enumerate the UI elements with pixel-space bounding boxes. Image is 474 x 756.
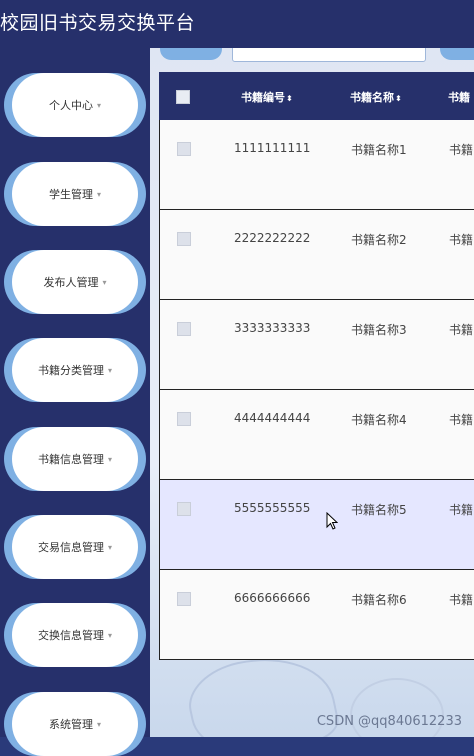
chevron-down-icon: ▾ <box>96 100 101 110</box>
table-header: 书籍编号⬍ 书籍名称⬍ 书籍 <box>159 72 474 120</box>
book-name-cell: 书籍名称2 <box>351 233 407 247</box>
top-bar: 校园旧书交易交换平台 <box>0 0 474 48</box>
book-name-cell: 书籍名称1 <box>351 143 407 157</box>
chevron-down-icon: ▾ <box>96 719 101 729</box>
truncated-cell: 书籍 <box>449 503 474 517</box>
row-checkbox[interactable] <box>177 322 191 336</box>
book-name-cell: 书籍名称6 <box>351 593 407 607</box>
table-row[interactable]: 2222222222 书籍名称2 书籍 <box>159 210 474 300</box>
table-row[interactable]: 5555555555 书籍名称5 书籍 <box>159 480 474 570</box>
chevron-down-icon: ▾ <box>107 365 112 375</box>
sidebar-item-book-category-management[interactable]: 书籍分类管理 ▾ <box>4 338 146 402</box>
table-row[interactable]: 4444444444 书籍名称4 书籍 <box>159 390 474 480</box>
chevron-down-icon: ▾ <box>107 454 112 464</box>
sidebar-item-label: 书籍信息管理 <box>37 453 104 466</box>
sidebar-item-exchange-info-management[interactable]: 交换信息管理 ▾ <box>4 603 146 667</box>
book-id-cell: 5555555555 <box>234 501 311 515</box>
sidebar-item-label: 系统管理 <box>48 718 93 731</box>
sidebar-item-system-management[interactable]: 系统管理 ▾ <box>4 692 146 756</box>
book-id-cell: 1111111111 <box>234 141 311 155</box>
book-table: 书籍编号⬍ 书籍名称⬍ 书籍 1111111111 书籍名称1 书籍 22222… <box>159 72 474 660</box>
truncated-cell: 书籍 <box>449 233 474 247</box>
row-checkbox[interactable] <box>177 592 191 606</box>
book-id-cell: 3333333333 <box>234 321 311 335</box>
sort-icon: ⬍ <box>286 94 293 103</box>
toolbar-button[interactable] <box>160 48 222 60</box>
book-id-cell: 4444444444 <box>234 411 311 425</box>
book-id-cell: 2222222222 <box>234 231 311 245</box>
chevron-down-icon: ▾ <box>107 630 112 640</box>
search-input[interactable] <box>232 48 426 62</box>
book-id-cell: 6666666666 <box>234 591 311 605</box>
sidebar: 个人中心 ▾ 学生管理 ▾ 发布人管理 ▾ 书籍分类管理 ▾ 书籍信息管理 ▾ 交易信息管… <box>0 48 150 756</box>
truncated-cell: 书籍 <box>449 143 474 157</box>
column-header-book-id[interactable]: 书籍编号⬍ <box>241 89 293 105</box>
book-name-cell: 书籍名称5 <box>351 503 407 517</box>
app-title: 校园旧书交易交换平台 <box>0 12 196 34</box>
truncated-cell: 书籍 <box>449 413 474 427</box>
sidebar-item-student-management[interactable]: 学生管理 ▾ <box>4 162 146 226</box>
column-header-book-name[interactable]: 书籍名称⬍ <box>350 89 402 105</box>
main-content: 书籍编号⬍ 书籍名称⬍ 书籍 1111111111 书籍名称1 书籍 22222… <box>150 48 474 737</box>
select-all-checkbox[interactable] <box>176 90 190 104</box>
chevron-down-icon: ▾ <box>96 189 101 199</box>
sort-icon: ⬍ <box>395 94 402 103</box>
watermark: CSDN @qq840612233 <box>316 714 462 729</box>
chevron-down-icon: ▾ <box>102 277 107 287</box>
sidebar-item-personal-center[interactable]: 个人中心 ▾ <box>4 73 146 137</box>
truncated-cell: 书籍 <box>449 593 474 607</box>
table-row[interactable]: 1111111111 书籍名称1 书籍 <box>159 120 474 210</box>
sidebar-item-label: 交易信息管理 <box>37 541 104 554</box>
sidebar-item-trade-info-management[interactable]: 交易信息管理 ▾ <box>4 515 146 579</box>
sidebar-item-publisher-management[interactable]: 发布人管理 ▾ <box>4 250 146 314</box>
column-header-truncated[interactable]: 书籍 <box>448 89 470 105</box>
sidebar-item-label: 学生管理 <box>48 188 93 201</box>
sidebar-item-label: 书籍分类管理 <box>37 364 104 377</box>
row-checkbox[interactable] <box>177 142 191 156</box>
sidebar-item-label: 个人中心 <box>48 99 93 112</box>
sidebar-item-label: 交换信息管理 <box>37 629 104 642</box>
toolbar-button[interactable] <box>440 48 474 60</box>
sidebar-item-book-info-management[interactable]: 书籍信息管理 ▾ <box>4 427 146 491</box>
book-name-cell: 书籍名称4 <box>351 413 407 427</box>
mouse-cursor-icon <box>326 512 338 530</box>
table-row[interactable]: 6666666666 书籍名称6 书籍 <box>159 570 474 660</box>
row-checkbox[interactable] <box>177 232 191 246</box>
table-row[interactable]: 3333333333 书籍名称3 书籍 <box>159 300 474 390</box>
chevron-down-icon: ▾ <box>107 542 112 552</box>
row-checkbox[interactable] <box>177 502 191 516</box>
book-name-cell: 书籍名称3 <box>351 323 407 337</box>
sidebar-item-label: 发布人管理 <box>43 276 99 289</box>
truncated-cell: 书籍 <box>449 323 474 337</box>
row-checkbox[interactable] <box>177 412 191 426</box>
